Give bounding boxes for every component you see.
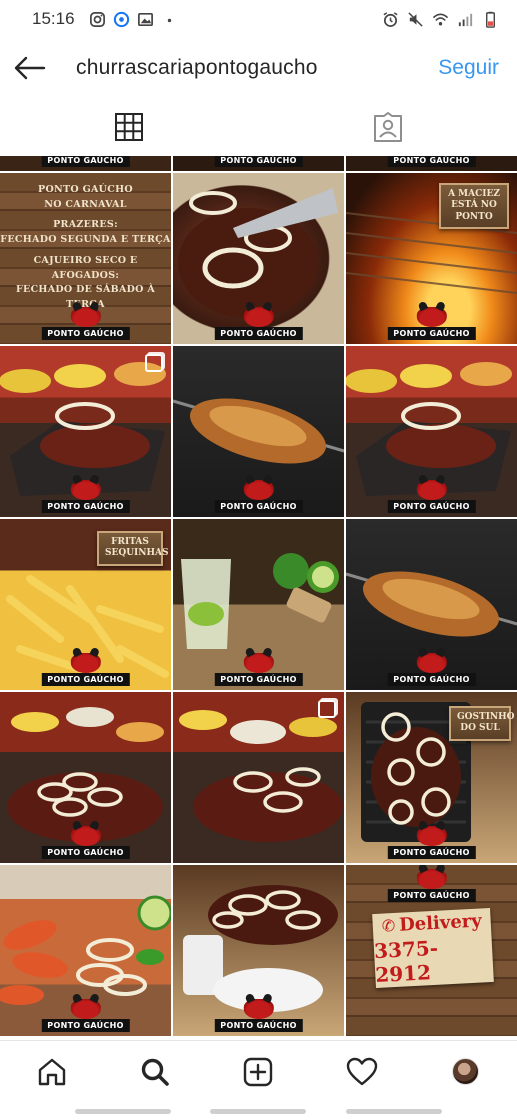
post-carnaval[interactable]: PONTO GAÚCHO NO CARNAVAL PRAZERES: FECHA… [0, 173, 171, 344]
home-icon [38, 1058, 65, 1085]
post-grill-fire[interactable]: A MACIEZ ESTÁ NO PONTO PONTO GAÚCHO [346, 173, 517, 344]
nav-activity[interactable] [332, 1044, 392, 1100]
new-post-icon [244, 1057, 273, 1086]
instagram-icon [89, 11, 105, 27]
nav-home[interactable] [22, 1044, 82, 1100]
brand-logo: PONTO GAÚCHO [387, 480, 476, 513]
mute-icon [408, 11, 423, 27]
battery-icon [486, 11, 495, 28]
system-gesture-bar [0, 1102, 517, 1120]
gesture-pill [74, 1108, 171, 1114]
post-shrimp[interactable]: PONTO GAÚCHO [0, 865, 171, 1036]
grid-view-icon [115, 113, 144, 141]
status-bar: 15:16 [0, 0, 517, 38]
back-button[interactable] [0, 38, 60, 98]
gallery-icon [137, 12, 153, 26]
messenger-icon [113, 11, 129, 27]
post-chicken-skewer[interactable]: PONTO GAÚCHO [346, 519, 517, 690]
search-icon [141, 1058, 169, 1086]
tagged-photos-icon [373, 112, 402, 142]
post-steak-platter[interactable]: PONTO GAÚCHO [346, 346, 517, 517]
brand-logo: PONTO GAÚCHO [214, 307, 303, 340]
multiple-photos-icon [318, 700, 336, 718]
phone-icon: ✆ [381, 915, 396, 936]
nav-profile[interactable] [435, 1044, 495, 1100]
multiple-photos-icon [145, 354, 163, 372]
brand-logo: PONTO GAÚCHO [41, 653, 130, 686]
back-arrow-icon [14, 56, 46, 80]
brand-logo: PONTO GAÚCHO [41, 826, 130, 859]
wifi-icon [432, 13, 449, 25]
brand-logo: PONTO GAÚCHO [214, 480, 303, 513]
profile-header: churrascariapontogaucho Seguir [0, 38, 517, 98]
brand-logo: PONTO GAÚCHO [214, 156, 303, 167]
post-fries[interactable]: FRITAS SEQUINHAS PONTO GAÚCHO [0, 519, 171, 690]
profile-tabs [0, 98, 517, 156]
brand-logo: PONTO GAÚCHO [41, 480, 130, 513]
post-grill-pan[interactable]: GOSTINHO DO SUL PONTO GAÚCHO [346, 692, 517, 863]
delivery-phone: 3375-2912 [373, 935, 439, 987]
post-steak-onion-platter[interactable]: PONTO GAÚCHO [0, 692, 171, 863]
activity-heart-icon [346, 1057, 378, 1085]
brand-logo: PONTO GAÚCHO [387, 826, 476, 859]
post-picanha-onion[interactable]: PONTO GAÚCHO [173, 173, 344, 344]
delivery-sign: ✆ Delivery 3375-2912 [372, 907, 494, 989]
brand-logo: PONTO GAÚCHO [387, 156, 476, 167]
alarm-icon [383, 11, 398, 27]
profile-avatar [451, 1058, 479, 1085]
nav-search[interactable] [125, 1044, 185, 1100]
profile-username: churrascariapontogaucho [76, 56, 318, 79]
brand-logo: PONTO GAÚCHO [214, 999, 303, 1032]
maciez-sign: A MACIEZ ESTÁ NO PONTO [439, 183, 509, 229]
tab-tagged[interactable] [259, 98, 517, 156]
posts-grid: PONTO GAÚCHO PONTO GAÚCHO PONTO GAÚCHO P… [0, 156, 517, 1040]
post-delivery[interactable]: PONTO GAÚCHO ✆ Delivery 3375-2912 [346, 865, 517, 1036]
brand-logo: PONTO GAÚCHO [41, 307, 130, 340]
brand-logo: PONTO GAÚCHO [387, 869, 476, 902]
nav-new-post[interactable] [228, 1044, 288, 1100]
bottom-navigation [0, 1040, 517, 1102]
post-tile[interactable]: PONTO GAÚCHO [0, 156, 171, 171]
status-time: 15:16 [32, 9, 75, 28]
post-chicken-skewer[interactable]: PONTO GAÚCHO [173, 346, 344, 517]
carnaval-text: PONTO GAÚCHO NO CARNAVAL PRAZERES: FECHA… [0, 184, 171, 311]
signal-icon [458, 13, 473, 26]
steak-onion-image [179, 710, 343, 842]
post-steak-salt[interactable]: PONTO GAÚCHO [173, 865, 344, 1036]
follow-button[interactable]: Seguir [438, 56, 499, 80]
brand-logo: PONTO GAÚCHO [41, 156, 130, 167]
gesture-pill [210, 1108, 307, 1114]
brand-logo: PONTO GAÚCHO [41, 999, 130, 1032]
gostinho-sign: GOSTINHO DO SUL [449, 706, 515, 741]
brand-logo: PONTO GAÚCHO [387, 653, 476, 686]
fritas-sign: FRITAS SEQUINHAS [97, 531, 168, 566]
gesture-pill [346, 1108, 443, 1114]
post-caipirinha[interactable]: PONTO GAÚCHO [173, 519, 344, 690]
post-tile[interactable]: PONTO GAÚCHO [173, 156, 344, 171]
dot-icon [167, 18, 171, 22]
tab-grid[interactable] [0, 98, 259, 156]
post-steak-platter[interactable]: PONTO GAÚCHO [0, 346, 171, 517]
brand-logo: PONTO GAÚCHO [214, 653, 303, 686]
brand-logo: PONTO GAÚCHO [387, 307, 476, 340]
delivery-label: Delivery [398, 909, 483, 936]
post-tile[interactable]: PONTO GAÚCHO [346, 156, 517, 171]
post-steak-onion-platter[interactable] [173, 692, 344, 863]
